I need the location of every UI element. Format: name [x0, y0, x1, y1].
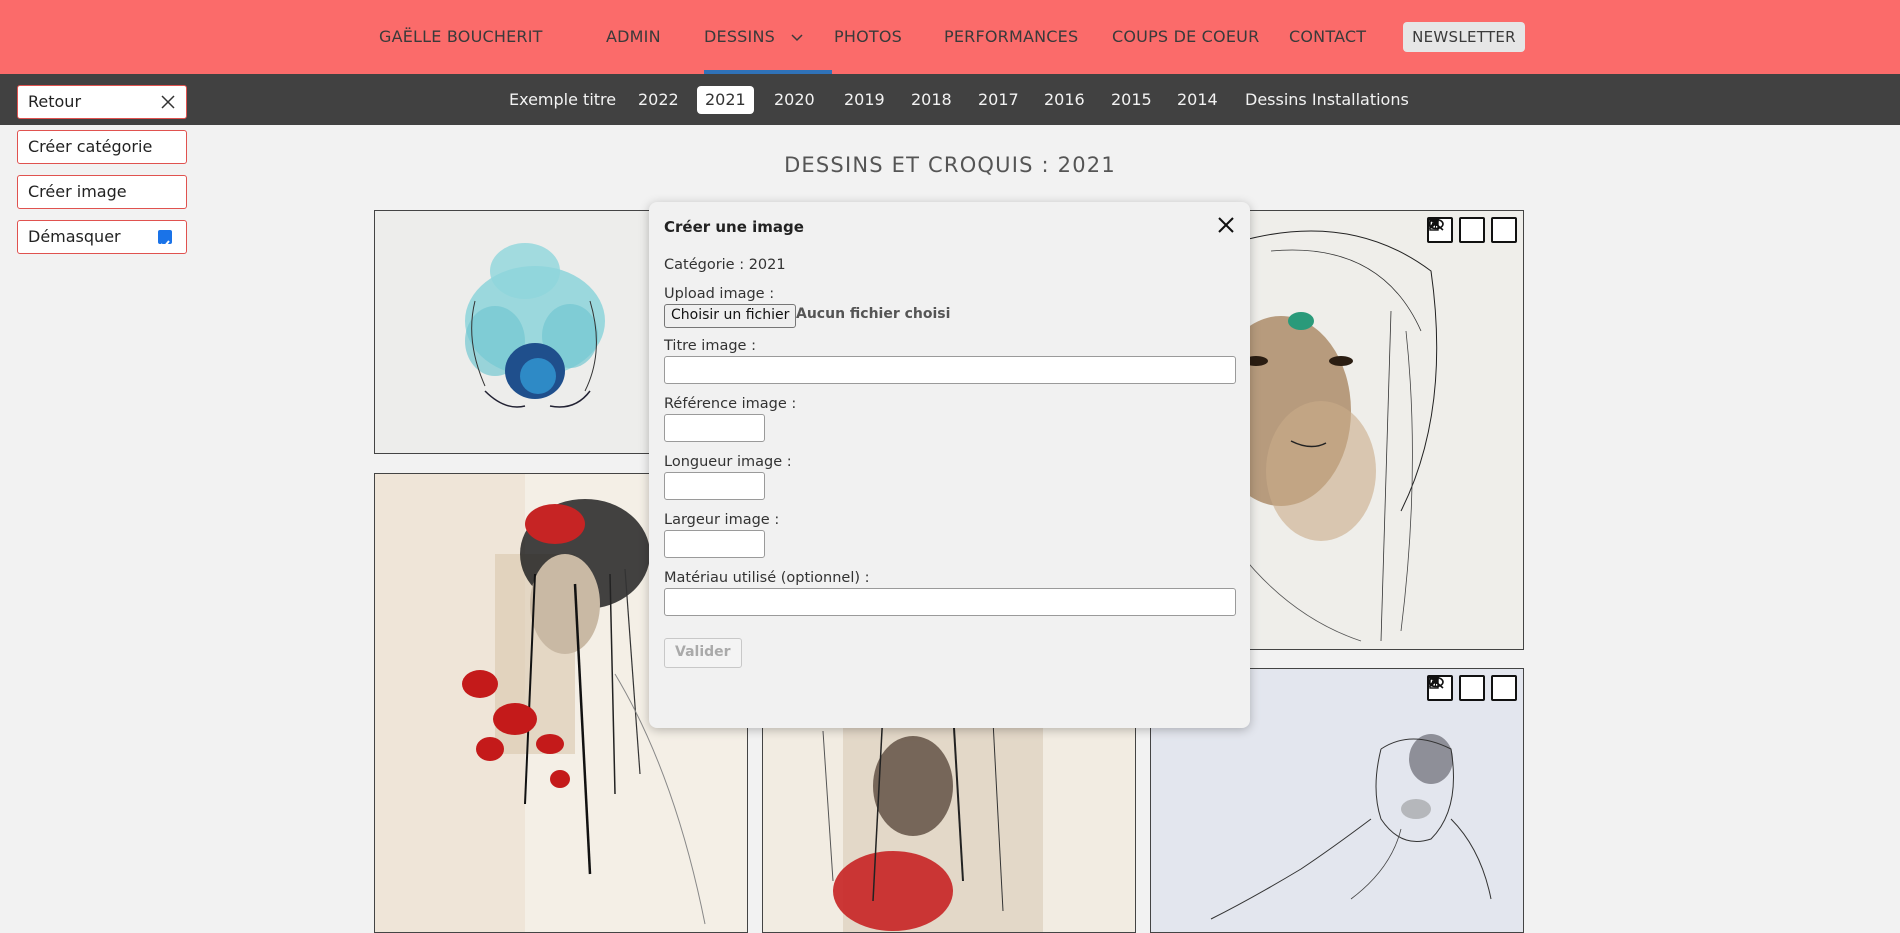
pencil-icon[interactable] [1429, 217, 1485, 243]
artwork-thumbnail[interactable] [374, 210, 684, 454]
category-tab[interactable]: 2019 [836, 86, 893, 114]
artwork-toolbar [1427, 217, 1517, 243]
trash-icon[interactable] [1429, 217, 1517, 243]
newsletter-button[interactable]: NEWSLETTER [1403, 22, 1525, 52]
modal-title: Créer une image [664, 218, 804, 236]
retour-button[interactable]: Retour [17, 85, 187, 119]
retour-label: Retour [28, 92, 82, 111]
upload-label: Upload image : [664, 286, 775, 302]
category-tab[interactable]: 2015 [1103, 86, 1160, 114]
material-input[interactable] [664, 588, 1236, 616]
title-input[interactable] [664, 356, 1236, 384]
length-label: Longueur image : [664, 454, 792, 470]
close-icon[interactable] [1217, 216, 1235, 234]
unmask-toggle[interactable]: Démasquer [17, 220, 187, 254]
pencil-icon[interactable] [1429, 675, 1485, 701]
category-tab[interactable]: 2016 [1036, 86, 1093, 114]
length-input[interactable] [664, 472, 765, 500]
checkmark-icon [160, 240, 170, 249]
category-tab-active[interactable]: 2021 [697, 86, 754, 114]
artwork-image [822, 701, 1043, 932]
unmask-checkbox[interactable] [158, 230, 172, 249]
file-status: Aucun fichier choisi [796, 306, 951, 322]
category-tab[interactable]: 2018 [903, 86, 960, 114]
nav-coups-de-coeur[interactable]: COUPS DE COEUR [1112, 0, 1259, 74]
nav-dessins-label: DESSINS [704, 27, 775, 46]
nav-dessins[interactable]: DESSINS [704, 0, 833, 74]
title-label: Titre image : [664, 338, 756, 354]
nav-admin[interactable]: ADMIN [606, 0, 661, 74]
reference-input[interactable] [664, 414, 765, 442]
category-tab[interactable]: Exemple titre [501, 86, 624, 114]
page-title: DESSINS ET CROQUIS : 2021 [784, 153, 1116, 177]
unmask-label: Démasquer [28, 227, 121, 246]
category-tab[interactable]: 2020 [766, 86, 823, 114]
nav-photos[interactable]: PHOTOS [834, 0, 902, 74]
create-image-button[interactable]: Créer image [17, 175, 187, 209]
category-tab[interactable]: 2014 [1169, 86, 1226, 114]
artwork-thumbnail[interactable] [762, 700, 1136, 933]
category-tab[interactable]: 2022 [630, 86, 687, 114]
chevron-down-icon [791, 33, 803, 41]
category-navbar: Exemple titre 2022 2021 2020 2019 2018 2… [0, 74, 1900, 125]
choose-file-button[interactable]: Choisir un fichier [664, 304, 797, 328]
top-navbar: GAËLLE BOUCHERIT ADMIN DESSINS PHOTOS PE… [0, 0, 1900, 74]
width-label: Largeur image : [664, 512, 780, 528]
trash-icon[interactable] [1429, 675, 1517, 701]
width-input[interactable] [664, 530, 765, 558]
artwork-toolbar [1427, 675, 1517, 701]
material-label: Matériau utilisé (optionnel) : [664, 570, 870, 586]
artwork-image [465, 243, 605, 408]
submit-button[interactable]: Valider [664, 638, 742, 668]
category-tab[interactable]: Dessins Installations [1237, 86, 1417, 114]
reference-label: Référence image : [664, 396, 797, 412]
category-text: Catégorie : 2021 [664, 257, 786, 273]
brand-link[interactable]: GAËLLE BOUCHERIT [379, 0, 543, 74]
nav-performances[interactable]: PERFORMANCES [944, 0, 1078, 74]
close-icon [161, 95, 175, 109]
category-tab[interactable]: 2017 [970, 86, 1027, 114]
nav-contact[interactable]: CONTACT [1289, 0, 1366, 74]
create-image-modal: Créer une image Catégorie : 2021 Upload … [649, 202, 1250, 728]
